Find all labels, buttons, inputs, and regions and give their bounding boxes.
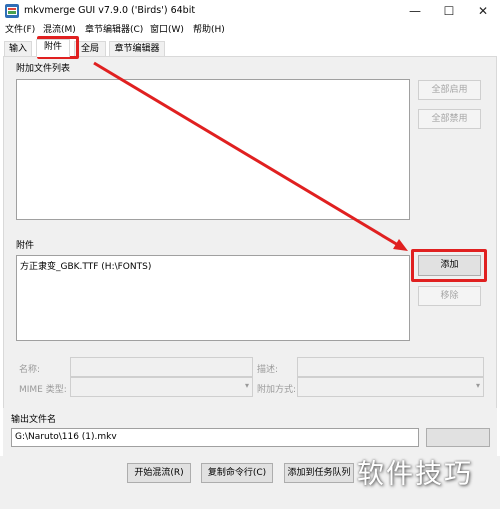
list-item[interactable]: 方正隶变_GBK.TTF (H:\FONTS) <box>20 259 151 272</box>
output-filename-input[interactable]: G:\Naruto\116 (1).mkv <box>11 428 419 447</box>
tab-attachments[interactable]: 附件 <box>36 39 70 57</box>
output-filename-label: 输出文件名 <box>11 415 57 425</box>
enable-all-button[interactable]: 全部启用 <box>418 80 481 100</box>
minimize-button[interactable]: — <box>398 0 432 22</box>
copy-command-button[interactable]: 复制命令行(C) <box>201 463 273 483</box>
close-button[interactable]: ✕ <box>466 0 500 22</box>
highlight-add-button <box>411 249 487 282</box>
description-field[interactable] <box>297 357 484 377</box>
title-bar: mkvmerge GUI v7.9.0 ('Birds') 64bit — ☐ … <box>0 0 500 22</box>
name-field[interactable] <box>70 357 253 377</box>
tab-input[interactable]: 输入 <box>4 41 32 56</box>
menu-chapter-editor[interactable]: 章节编辑器(C) <box>85 23 143 38</box>
attach-mode-select[interactable]: ▾ <box>297 377 484 397</box>
start-mux-button[interactable]: 开始混流(R) <box>127 463 191 483</box>
output-path-text: G:\Naruto\116 (1).mkv <box>15 432 117 442</box>
attach-mode-label: 附加方式: <box>257 385 297 395</box>
attached-files-group-label: 附加文件列表 <box>16 64 71 74</box>
chevron-down-icon: ▾ <box>475 381 480 390</box>
minimize-icon: — <box>409 4 421 18</box>
mime-type-label: MIME 类型: <box>19 385 67 395</box>
chevron-down-icon: ▾ <box>244 381 249 390</box>
mkvmerge-app-icon <box>5 4 19 18</box>
disable-all-button[interactable]: 全部禁用 <box>418 109 481 129</box>
attachments-group-label: 附件 <box>16 241 35 251</box>
name-label: 名称: <box>19 365 41 375</box>
window-title: mkvmerge GUI v7.9.0 ('Birds') 64bit <box>24 5 196 16</box>
browse-button[interactable] <box>426 428 490 447</box>
close-icon: ✕ <box>477 4 489 18</box>
add-to-queue-button[interactable]: 添加到任务队列 <box>284 463 354 483</box>
maximize-button[interactable]: ☐ <box>432 0 466 22</box>
attached-files-list[interactable] <box>16 79 410 220</box>
watermark-text: 软件技巧 <box>357 459 473 490</box>
maximize-icon: ☐ <box>443 4 455 18</box>
mime-type-select[interactable]: ▾ <box>70 377 253 397</box>
attachments-list[interactable]: 方正隶变_GBK.TTF (H:\FONTS) <box>16 255 410 341</box>
menu-window[interactable]: 窗口(W) <box>150 23 184 38</box>
remove-button[interactable]: 移除 <box>418 286 481 306</box>
tab-chapter-editor[interactable]: 章节编辑器 <box>109 41 165 56</box>
description-label: 描述: <box>257 365 279 375</box>
menu-file[interactable]: 文件(F) <box>5 23 35 38</box>
menu-help[interactable]: 帮助(H) <box>193 23 225 38</box>
